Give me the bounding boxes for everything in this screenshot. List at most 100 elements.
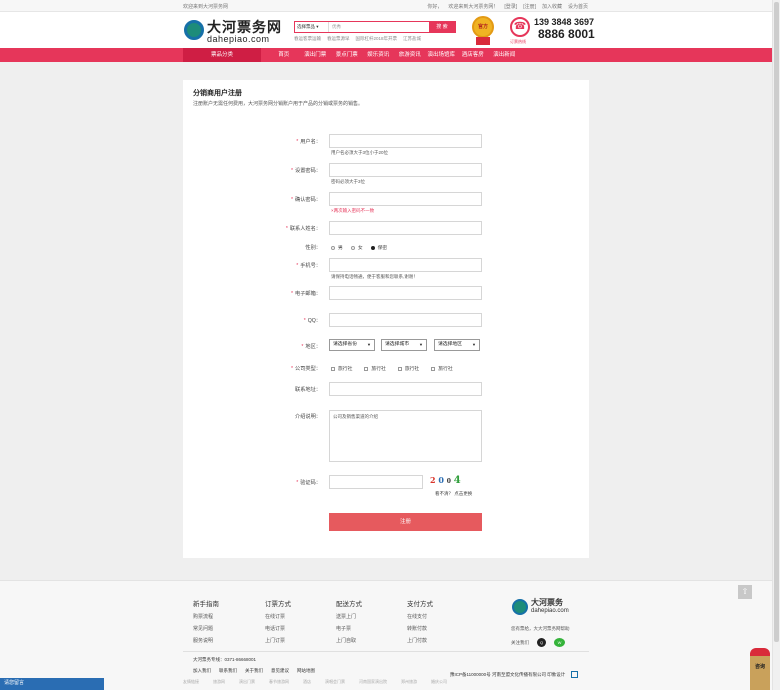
footer-link[interactable]: 服务说明 — [193, 637, 219, 644]
footer-link[interactable]: 在线支付 — [407, 613, 433, 620]
footer-link[interactable]: 上门订票 — [265, 637, 291, 644]
nav-item-show-news[interactable]: 演出新闻 — [489, 48, 521, 62]
hotline-landline: 8886 8001 — [538, 27, 595, 41]
captcha-char: 0 — [446, 478, 451, 485]
footer-logo-cn: 大河票务 — [531, 597, 563, 607]
header: 大河票务网 dahepiao.com 选择票品 ▾ 优秀 搜 索 春运客票运输 … — [0, 12, 780, 48]
company-type-option[interactable]: 旅行社 — [331, 365, 352, 372]
mobile-hint: 请保持电话畅通，便于客服和您联系,谢谢！ — [331, 274, 418, 279]
contact-name-field[interactable] — [329, 221, 482, 235]
intro-textarea[interactable]: 公司及销售渠道的介绍 — [329, 410, 482, 462]
footer-link[interactable]: 常见问题 — [193, 625, 219, 632]
friend-link[interactable]: 春节旅游网 — [269, 679, 289, 685]
friend-link[interactable]: 郑州旅游 — [401, 679, 417, 685]
company-type-option[interactable]: 旅行社 — [397, 365, 419, 372]
scrollbar-thumb[interactable] — [774, 2, 779, 642]
friend-link[interactable]: 酒店 — [303, 679, 311, 685]
top-bar: 欢迎来到大河票务网 你好， 欢迎来到大河票务网！ [登录] [注册] 加入收藏 … — [0, 0, 780, 12]
friend-link[interactable]: 婚庆公司 — [431, 679, 447, 685]
nav-item-shows[interactable]: 演出门票 — [300, 48, 332, 62]
greeting-text: 你好， — [427, 4, 443, 10]
nav-item-travel-news[interactable]: 旅游资讯 — [394, 48, 426, 62]
homepage-link[interactable]: 设为首页 — [568, 3, 588, 10]
footer-link[interactable]: 电话订票 — [265, 625, 291, 632]
captcha-image[interactable]: 2 0 0 4 — [430, 475, 466, 489]
nav-item-ent-news[interactable]: 娱乐资讯 — [363, 48, 395, 62]
hot-keyword[interactable]: 春运客票运输 — [294, 36, 321, 42]
company-type-option[interactable]: 旅行社 — [364, 365, 386, 372]
nav-item-scenic[interactable]: 景点门票 — [331, 48, 363, 62]
gender-label: 性别： — [305, 245, 321, 251]
email-field[interactable] — [329, 286, 482, 300]
nav-item-home[interactable]: 首页 — [268, 48, 300, 62]
site-logo[interactable]: 大河票务网 dahepiao.com — [184, 17, 284, 45]
footer-link[interactable]: 电子票 — [336, 625, 362, 632]
captcha-refresh-link[interactable]: 看不清？ 点击更换 — [435, 491, 472, 497]
captcha-field[interactable] — [329, 475, 423, 489]
footer-link[interactable]: 在线订票 — [265, 613, 291, 620]
email-label: * 电子邮箱： — [291, 291, 321, 297]
favorite-link[interactable]: 加入收藏 — [542, 3, 562, 10]
footer-link-join[interactable]: 加入我们 — [193, 668, 211, 674]
nav-category-tab[interactable]: 票品分类 — [183, 48, 261, 62]
wechat-icon[interactable]: W — [554, 638, 565, 647]
gender-radio-group: 男 女 保密 — [331, 244, 387, 251]
medal-disc: 官方 — [472, 16, 494, 38]
search-button[interactable]: 搜 索 — [429, 22, 455, 32]
hot-keyword[interactable]: 春运票源早 — [327, 36, 350, 42]
footer-link[interactable]: 上门自取 — [336, 637, 362, 644]
footer-col-order: 订票方式 在线订票 电话订票 上门订票 — [265, 598, 291, 649]
register-link[interactable]: [注册] — [523, 3, 536, 10]
district-select[interactable]: 请选择地区 ▼ — [434, 339, 480, 351]
footer-link[interactable]: 上门付款 — [407, 637, 433, 644]
register-button[interactable]: 注册 — [329, 513, 482, 531]
footer-link[interactable]: 转账付款 — [407, 625, 433, 632]
footer-logo-en: dahepiao.com — [531, 608, 569, 614]
friend-link[interactable]: 演唱会门票 — [325, 679, 345, 685]
footer-link-feedback[interactable]: 意见建议 — [271, 668, 289, 674]
nav-item-hotels[interactable]: 酒店客房 — [457, 48, 489, 62]
search-input[interactable]: 优秀 — [329, 22, 429, 32]
login-link[interactable]: [登录] — [504, 3, 517, 10]
leave-message-bar[interactable]: 请您留言 — [0, 678, 104, 690]
friend-link[interactable]: 演出门票 — [239, 679, 255, 685]
footer-link-about[interactable]: 关于我们 — [245, 668, 263, 674]
search-category-select[interactable]: 选择票品 ▾ — [295, 22, 329, 32]
hot-keyword[interactable]: 江苏盐城 — [403, 36, 421, 42]
page-scrollbar[interactable] — [772, 0, 780, 690]
province-select[interactable]: 请选择省份 ▼ — [329, 339, 375, 351]
captcha-char: 0 — [438, 475, 444, 485]
chevron-down-icon: ▼ — [367, 342, 371, 347]
mobile-field[interactable] — [329, 258, 482, 272]
address-field[interactable] — [329, 382, 482, 396]
footer-col-title: 订票方式 — [265, 601, 291, 608]
footer-link-sitemap[interactable]: 网站地图 — [297, 668, 315, 674]
password-field[interactable] — [329, 163, 482, 177]
confirm-password-field[interactable] — [329, 192, 482, 206]
company-type-option[interactable]: 旅行社 — [431, 365, 453, 372]
back-to-top-button[interactable]: ⇧ — [738, 585, 752, 599]
footer-bottom-links: 加入我们 联系我们 关于我们 意见建议 网站地图 — [193, 668, 315, 674]
footer-link[interactable]: 送票上门 — [336, 613, 362, 620]
footer-col-guide: 新手指南 购票流程 常见问题 服务说明 — [193, 598, 219, 649]
gender-option-female[interactable]: 女 — [350, 244, 363, 251]
company-type-group: 旅行社 旅行社 旅行社 旅行社 — [331, 365, 453, 372]
gender-option-male[interactable]: 男 — [331, 244, 343, 251]
footer-link-contact[interactable]: 联系我们 — [219, 668, 237, 674]
qq-field[interactable] — [329, 313, 482, 327]
footer-hotline: 大河票务专线：0371-86668001 — [193, 657, 257, 662]
qq-icon[interactable]: Q — [537, 638, 546, 647]
nav-item-venues[interactable]: 演出场馆库 — [426, 48, 458, 62]
hot-keyword[interactable]: 国际杠杆2018年开票 — [356, 36, 398, 42]
footer-col-title: 支付方式 — [407, 601, 433, 608]
friend-link[interactable]: 河南国家演出院 — [359, 679, 387, 685]
gender-option-secret[interactable]: 保密 — [370, 244, 387, 251]
security-badge-icon — [571, 671, 579, 678]
city-select[interactable]: 请选择城市 ▼ — [381, 339, 427, 351]
friend-link[interactable]: 旅游网 — [213, 679, 225, 685]
consult-widget[interactable]: 咨询 — [750, 648, 770, 690]
footer-link[interactable]: 购票流程 — [193, 613, 219, 620]
contact-name-label: * 联系人姓名： — [285, 226, 321, 232]
footer: 新手指南 购票流程 常见问题 服务说明 订票方式 在线订票 电话订票 上门订票 … — [0, 580, 780, 690]
username-field[interactable] — [329, 134, 482, 148]
